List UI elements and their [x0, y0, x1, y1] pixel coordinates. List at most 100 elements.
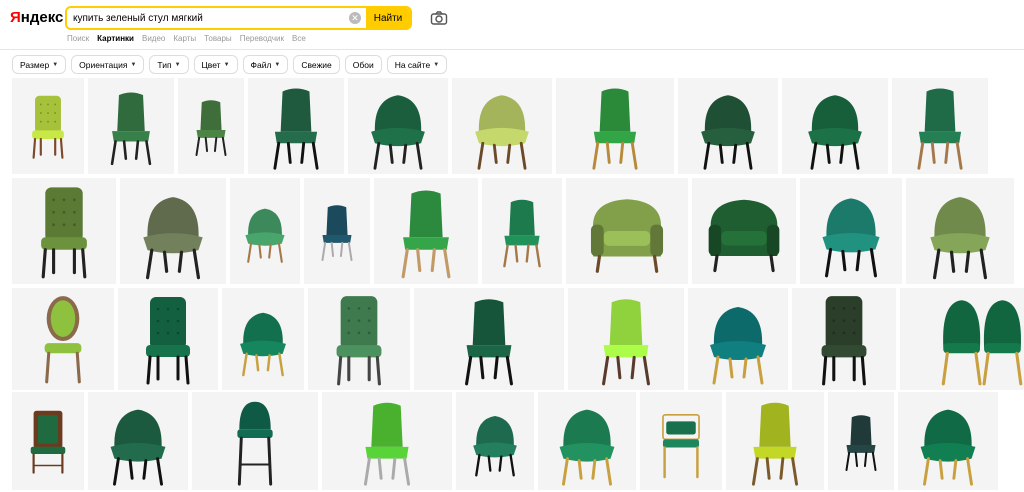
image-thumbnail[interactable] [782, 78, 888, 174]
image-thumbnail[interactable] [348, 78, 448, 174]
filter-chip-7[interactable]: На сайте ▼ [386, 55, 448, 74]
chair-image [30, 410, 66, 474]
service-tab-0[interactable]: Поиск [67, 34, 89, 43]
search-button[interactable]: Найти [366, 8, 410, 28]
image-thumbnail[interactable] [118, 288, 218, 390]
image-thumbnail[interactable] [898, 392, 998, 490]
image-thumbnail[interactable] [322, 392, 452, 490]
service-tab-2[interactable]: Видео [142, 34, 165, 43]
camera-search-icon[interactable] [430, 10, 448, 26]
image-thumbnail[interactable] [12, 288, 114, 390]
chevron-down-icon: ▼ [52, 61, 59, 68]
chair-image [590, 199, 664, 273]
filter-chip-2[interactable]: Тип ▼ [149, 55, 189, 74]
chair-image [143, 197, 203, 280]
image-thumbnail[interactable] [692, 178, 796, 284]
image-thumbnail[interactable] [452, 78, 552, 174]
chair-image [808, 95, 862, 170]
chair-image [917, 88, 963, 170]
image-thumbnail[interactable] [88, 78, 174, 174]
header: Яндекс ✕ Найти Поиск Картинки Видео Карты То… [0, 0, 1024, 50]
filter-chip-0[interactable]: Размер ▼ [12, 55, 67, 74]
chair-image [41, 187, 87, 279]
search-input[interactable] [67, 8, 344, 28]
filter-chip-label: Размер [20, 59, 50, 70]
chair-image [751, 402, 799, 486]
image-thumbnail[interactable] [688, 288, 788, 390]
image-thumbnail[interactable] [374, 178, 478, 284]
chair-image [195, 100, 227, 157]
filter-chip-label: Свежие [301, 59, 332, 70]
image-thumbnail[interactable] [222, 288, 304, 390]
image-thumbnail[interactable] [248, 78, 344, 174]
chair-image [708, 199, 780, 273]
filter-chip-1[interactable]: Ориентация ▼ [71, 55, 145, 74]
image-thumbnail[interactable] [12, 78, 84, 174]
chair-image [237, 401, 273, 486]
chair-image [701, 95, 755, 170]
service-tab-4[interactable]: Товары [204, 34, 232, 43]
chair-image [44, 296, 82, 384]
image-thumbnail[interactable] [12, 392, 84, 490]
chair-image [146, 297, 190, 385]
clear-icon: ✕ [349, 12, 361, 24]
chair-image [920, 409, 976, 486]
chair-image [401, 190, 451, 279]
service-tab-6[interactable]: Все [292, 34, 306, 43]
image-thumbnail[interactable] [88, 392, 188, 490]
image-thumbnail[interactable] [640, 392, 722, 490]
image-thumbnail[interactable] [482, 178, 562, 284]
image-thumbnail[interactable] [678, 78, 778, 174]
image-thumbnail[interactable] [304, 178, 370, 284]
chair-image [475, 95, 529, 170]
image-thumbnail[interactable] [892, 78, 988, 174]
filter-chip-3[interactable]: Цвет ▼ [193, 55, 238, 74]
chair-image [710, 307, 766, 385]
image-thumbnail[interactable] [566, 178, 688, 284]
chair-image [321, 205, 353, 262]
service-tab-3[interactable]: Карты [173, 34, 196, 43]
image-thumbnail[interactable] [192, 392, 318, 490]
chair-image [503, 199, 541, 268]
image-thumbnail[interactable] [726, 392, 824, 490]
chair-image [371, 95, 425, 170]
filter-chip-label: Тип [157, 59, 172, 70]
image-thumbnail[interactable] [178, 78, 244, 174]
chevron-down-icon: ▼ [433, 61, 440, 68]
image-thumbnail[interactable] [120, 178, 226, 284]
chair-image [110, 409, 166, 486]
service-tab-1[interactable]: Картинки [97, 34, 134, 43]
image-thumbnail[interactable] [308, 288, 410, 390]
image-thumbnail[interactable] [906, 178, 1014, 284]
filter-chip-label: Ориентация [79, 59, 128, 70]
chair-image [845, 415, 877, 472]
service-tab-5[interactable]: Переводчик [240, 34, 284, 43]
image-thumbnail[interactable] [792, 288, 896, 390]
image-thumbnail[interactable] [568, 288, 684, 390]
image-thumbnail[interactable] [556, 78, 674, 174]
image-thumbnail[interactable] [230, 178, 300, 284]
chair-image [941, 300, 1023, 386]
gallery-row [0, 392, 1024, 490]
filter-chip-label: На сайте [394, 59, 431, 70]
image-thumbnail[interactable] [800, 178, 902, 284]
yandex-logo[interactable]: Яндекс [10, 9, 63, 26]
image-thumbnail[interactable] [12, 178, 116, 284]
filter-chip-6[interactable]: Обои [344, 55, 382, 74]
search-bar: ✕ Найти [65, 6, 412, 30]
chevron-down-icon: ▼ [274, 61, 281, 68]
chevron-down-icon: ▼ [130, 61, 137, 68]
chair-image [363, 402, 411, 486]
image-thumbnail[interactable] [456, 392, 534, 490]
clear-button[interactable]: ✕ [344, 8, 366, 28]
chair-image [473, 416, 517, 477]
image-thumbnail[interactable] [538, 392, 636, 490]
image-thumbnail[interactable] [828, 392, 894, 490]
chair-image [240, 312, 286, 377]
filter-chip-4[interactable]: Файл ▼ [242, 55, 289, 74]
chair-image [821, 296, 867, 386]
filter-chip-5[interactable]: Свежие [293, 55, 340, 74]
image-thumbnail[interactable] [900, 288, 1024, 390]
chevron-down-icon: ▼ [223, 61, 230, 68]
image-thumbnail[interactable] [414, 288, 564, 390]
